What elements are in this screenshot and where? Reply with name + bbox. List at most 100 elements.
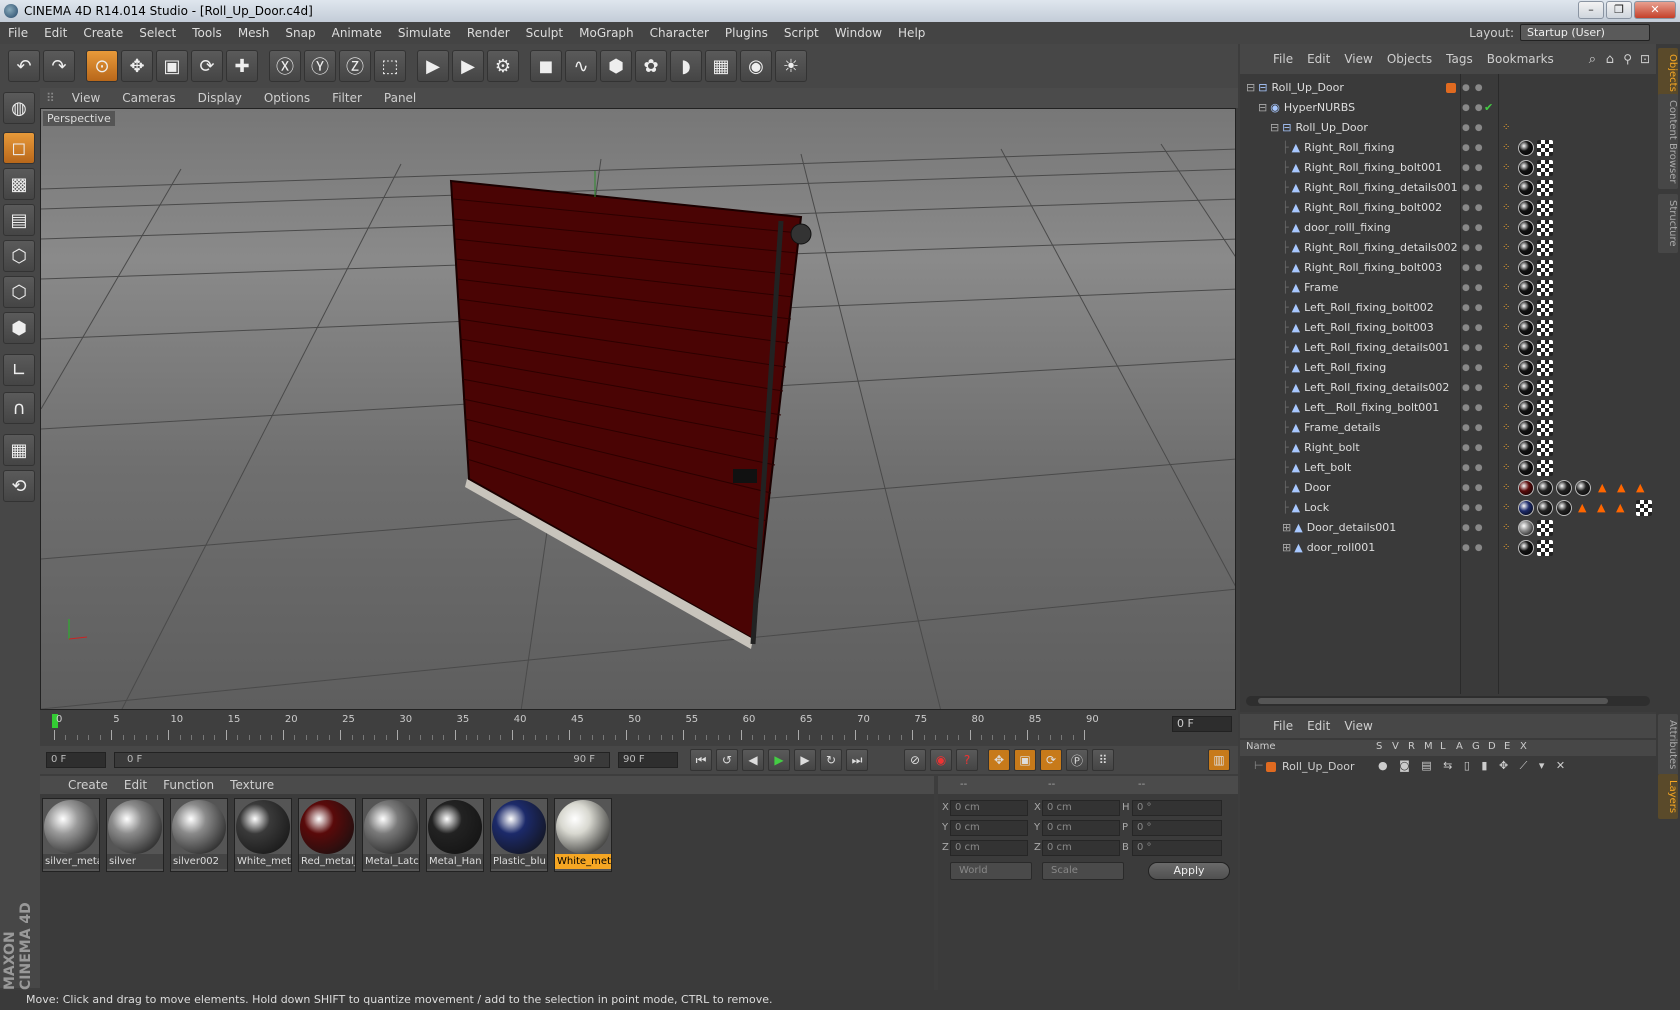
tree-expander-icon[interactable]: ⊟ bbox=[1258, 101, 1267, 114]
material-tag-icon[interactable] bbox=[1575, 480, 1591, 496]
light-icon[interactable]: ☀ bbox=[775, 50, 807, 82]
key-scale-icon[interactable]: ▣ bbox=[1014, 749, 1036, 771]
cube-icon[interactable]: ◼ bbox=[530, 50, 562, 82]
home-icon[interactable]: ⌂ bbox=[1606, 52, 1614, 67]
uvw-tag-icon[interactable] bbox=[1537, 260, 1553, 276]
uvw-tag-icon[interactable] bbox=[1537, 540, 1553, 556]
nurbs-icon[interactable]: ⬢ bbox=[600, 50, 632, 82]
uvw-tag-icon[interactable] bbox=[1636, 500, 1652, 516]
coord-value-field[interactable]: 0 cm bbox=[950, 800, 1028, 816]
viewport-menu-options[interactable]: Options bbox=[253, 91, 321, 105]
material-tag-icon[interactable] bbox=[1518, 360, 1534, 376]
visibility-dots-icon[interactable]: ● ● bbox=[1462, 358, 1484, 378]
object-row[interactable]: ├ ▲ Right_Roll_fixing_bolt001 ● ● ⁘ bbox=[1240, 158, 1656, 178]
uvw-tag-icon[interactable] bbox=[1537, 380, 1553, 396]
start-frame-field[interactable]: 0 F bbox=[46, 752, 106, 768]
layer-column-name[interactable]: Name bbox=[1246, 741, 1276, 752]
menu-simulate[interactable]: Simulate bbox=[390, 26, 459, 40]
object-menu-objects[interactable]: Objects bbox=[1380, 52, 1439, 66]
material-tag-icon[interactable] bbox=[1518, 380, 1534, 396]
selection-tag-icon[interactable]: ▲ bbox=[1598, 478, 1606, 498]
coord-value-field[interactable]: 0 cm bbox=[1042, 820, 1120, 836]
object-menu-view[interactable]: View bbox=[1337, 52, 1379, 66]
material-menu-texture[interactable]: Texture bbox=[222, 778, 282, 792]
visibility-dots-icon[interactable]: ● ● bbox=[1462, 158, 1484, 178]
menu-help[interactable]: Help bbox=[890, 26, 933, 40]
uvw-tag-icon[interactable] bbox=[1537, 180, 1553, 196]
coord-value-field[interactable]: 0 ° bbox=[1132, 840, 1222, 856]
menu-sculpt[interactable]: Sculpt bbox=[518, 26, 571, 40]
next-key-icon[interactable]: ↻ bbox=[820, 749, 842, 771]
render-settings-icon[interactable]: ⚙ bbox=[487, 50, 519, 82]
visibility-dots-icon[interactable]: ● ● bbox=[1462, 178, 1484, 198]
visibility-dots-icon[interactable]: ● ● bbox=[1462, 298, 1484, 318]
tab-structure[interactable]: Structure bbox=[1658, 194, 1678, 253]
material-menu-function[interactable]: Function bbox=[155, 778, 222, 792]
menu-edit[interactable]: Edit bbox=[36, 26, 75, 40]
make-editable-icon[interactable]: ◍ bbox=[3, 92, 35, 124]
uvw-tag-icon[interactable] bbox=[1537, 220, 1553, 236]
uvw-tag-icon[interactable] bbox=[1537, 140, 1553, 156]
render-view-icon[interactable]: ▶ bbox=[417, 50, 449, 82]
y-axis-lock-icon[interactable]: Ⓨ bbox=[304, 50, 336, 82]
x-axis-lock-icon[interactable]: Ⓧ bbox=[269, 50, 301, 82]
material-menu-create[interactable]: Create bbox=[60, 778, 116, 792]
timeline-layout-icon[interactable]: ▥ bbox=[1208, 749, 1230, 771]
layer-column-g[interactable]: G bbox=[1472, 741, 1480, 752]
selection-tag-icon[interactable]: ▲ bbox=[1578, 498, 1586, 518]
layer-menu-edit[interactable]: Edit bbox=[1300, 719, 1337, 733]
minimize-button[interactable]: – bbox=[1578, 1, 1604, 19]
material-swatch[interactable]: Plastic_blu bbox=[490, 798, 548, 872]
visibility-dots-icon[interactable]: ● ● bbox=[1462, 138, 1484, 158]
viewport-menu-view[interactable]: View bbox=[61, 91, 111, 105]
object-row[interactable]: ⊞ ▲ Door_details001 ● ● ⁘ bbox=[1240, 518, 1656, 538]
uvw-tag-icon[interactable] bbox=[1537, 320, 1553, 336]
visibility-dots-icon[interactable]: ● ● bbox=[1462, 218, 1484, 238]
object-row[interactable]: ├ ▲ Left_Roll_fixing ● ● ⁘ bbox=[1240, 358, 1656, 378]
material-tag-icon[interactable] bbox=[1518, 320, 1534, 336]
menu-plugins[interactable]: Plugins bbox=[717, 26, 776, 40]
material-swatch[interactable]: silver002 bbox=[170, 798, 228, 872]
layer-column-l[interactable]: L bbox=[1440, 741, 1446, 752]
object-menu-bookmarks[interactable]: Bookmarks bbox=[1480, 52, 1561, 66]
material-tag-icon[interactable] bbox=[1518, 240, 1534, 256]
visibility-dots-icon[interactable]: ● ● bbox=[1462, 318, 1484, 338]
selection-tag-icon[interactable]: ▲ bbox=[1616, 498, 1624, 518]
material-tag-icon[interactable] bbox=[1537, 500, 1553, 516]
edges-mode-icon[interactable]: ⬡ bbox=[3, 276, 35, 308]
key-pla-icon[interactable]: ⠿ bbox=[1092, 749, 1114, 771]
scale-dropdown[interactable]: Scale bbox=[1042, 862, 1124, 880]
perspective-viewport[interactable]: Perspective bbox=[40, 108, 1236, 710]
material-tag-icon[interactable] bbox=[1518, 440, 1534, 456]
material-tag-icon[interactable] bbox=[1518, 140, 1534, 156]
material-tag-icon[interactable] bbox=[1537, 480, 1553, 496]
texture-mode-icon[interactable]: ▩ bbox=[3, 168, 35, 200]
object-row[interactable]: ├ ▲ Left_Roll_fixing_details001 ● ● ⁘ bbox=[1240, 338, 1656, 358]
deformer-icon[interactable]: ◗ bbox=[670, 50, 702, 82]
visibility-dots-icon[interactable]: ● ● bbox=[1462, 98, 1484, 118]
object-row[interactable]: ├ ▲ Left_bolt ● ● ⁘ bbox=[1240, 458, 1656, 478]
add-tool-icon[interactable]: ✚ bbox=[226, 50, 258, 82]
material-tag-icon[interactable] bbox=[1518, 540, 1534, 556]
points-mode-icon[interactable]: ⬡ bbox=[3, 240, 35, 272]
object-menu-file[interactable]: File bbox=[1266, 52, 1300, 66]
uvw-tag-icon[interactable] bbox=[1537, 280, 1553, 296]
apply-button[interactable]: Apply bbox=[1148, 862, 1230, 880]
layer-menu-view[interactable]: View bbox=[1337, 719, 1379, 733]
object-row[interactable]: ├ ▲ Right_Roll_fixing ● ● ⁘ bbox=[1240, 138, 1656, 158]
material-tag-icon[interactable] bbox=[1556, 500, 1572, 516]
object-row[interactable]: ⊟ ◉ HyperNURBS ● ● ✔ bbox=[1240, 98, 1656, 118]
material-tag-icon[interactable] bbox=[1518, 460, 1534, 476]
visibility-dots-icon[interactable]: ● ● bbox=[1462, 438, 1484, 458]
object-row[interactable]: ⊟ ⊟ Roll_Up_Door ● ● bbox=[1240, 78, 1656, 98]
workplane-lock-icon[interactable]: ▦ bbox=[3, 434, 35, 466]
object-row[interactable]: ├ ▲ Lock ● ● ⁘ ▲ ▲ ▲ bbox=[1240, 498, 1656, 518]
uvw-tag-icon[interactable] bbox=[1537, 300, 1553, 316]
uvw-tag-icon[interactable] bbox=[1537, 520, 1553, 536]
key-position-icon[interactable]: ✥ bbox=[988, 749, 1010, 771]
material-tag-icon[interactable] bbox=[1518, 480, 1534, 496]
array-icon[interactable]: ✿ bbox=[635, 50, 667, 82]
material-swatch[interactable]: Red_metal_ bbox=[298, 798, 356, 872]
layer-column-r[interactable]: R bbox=[1408, 741, 1415, 752]
workplane-mode-icon[interactable]: ▤ bbox=[3, 204, 35, 236]
